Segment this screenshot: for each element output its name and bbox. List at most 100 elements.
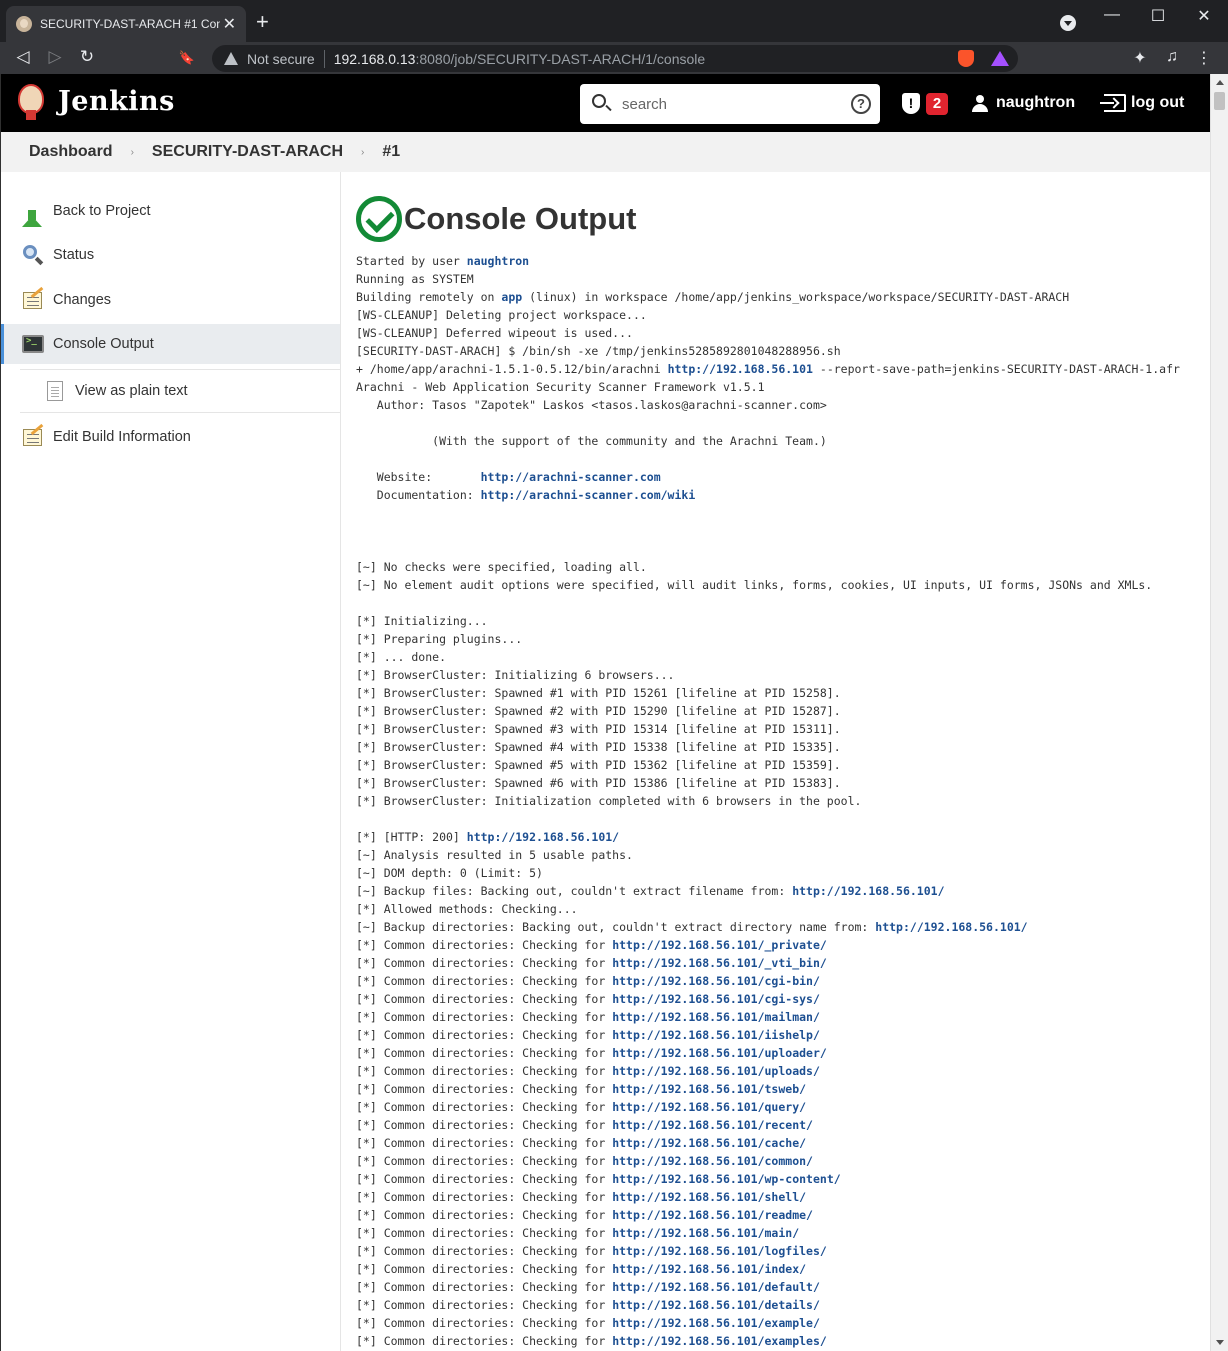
alert-count-badge[interactable]: 2 [926, 93, 948, 115]
close-tab-icon[interactable]: ✕ [223, 14, 236, 34]
brave-rewards-icon[interactable] [991, 51, 1009, 66]
search-box: ? [580, 84, 880, 124]
sidebar-item-back-to-project[interactable]: Back to Project [0, 191, 340, 231]
console-link[interactable]: http://192.168.56.101/_private/ [612, 938, 827, 952]
jenkins-brand[interactable]: Jenkins [58, 86, 175, 117]
scroll-up-icon[interactable] [1216, 80, 1224, 85]
console-line: [~] No element audit options were specif… [356, 578, 1153, 592]
console-line: [*] Common directories: Checking for htt… [356, 1190, 807, 1204]
maximize-button[interactable]: ☐ [1143, 6, 1173, 26]
console-link[interactable]: http://192.168.56.101/example/ [612, 1316, 820, 1330]
sidebar-item-plain-text[interactable]: View as plain text [20, 369, 340, 413]
console-link[interactable]: http://192.168.56.101/details/ [612, 1298, 820, 1312]
scroll-down-icon[interactable] [1216, 1340, 1224, 1345]
minimize-button[interactable]: — [1097, 6, 1127, 24]
jenkins-logo-icon[interactable] [16, 84, 46, 120]
console-link[interactable]: http://192.168.56.101/ [467, 830, 619, 844]
console-line: [*] Common directories: Checking for htt… [356, 1046, 827, 1060]
forward-icon[interactable]: ▷ [44, 47, 66, 67]
console-line: [*] Common directories: Checking for htt… [356, 1028, 820, 1042]
console-line: [*] BrowserCluster: Spawned #2 with PID … [356, 704, 841, 718]
username-link[interactable]: naughtron [996, 94, 1075, 112]
logout-link[interactable]: log out [1131, 94, 1184, 112]
breadcrumb-dashboard[interactable]: Dashboard [29, 143, 113, 161]
success-check-icon [356, 196, 402, 242]
not-secure-label[interactable]: Not secure [247, 51, 315, 67]
console-link[interactable]: http://192.168.56.101/examples/ [612, 1334, 827, 1348]
console-link[interactable]: http://192.168.56.101/shell/ [612, 1190, 806, 1204]
console-link[interactable]: http://arachni-scanner.com [481, 470, 661, 484]
logout-icon[interactable] [1100, 94, 1126, 112]
console-link[interactable]: http://192.168.56.101/common/ [612, 1154, 813, 1168]
console-line: [*] Common directories: Checking for htt… [356, 1208, 813, 1222]
console-link[interactable]: http://192.168.56.101/readme/ [612, 1208, 813, 1222]
sidebar-item-status[interactable]: Status [0, 235, 340, 275]
address-bar[interactable]: Not secure 192.168.0.13:8080/job/SECURIT… [212, 45, 1018, 72]
console-output: Started by user naughtron Running as SYST… [356, 252, 1206, 1351]
console-link[interactable]: http://192.168.56.101/main/ [612, 1226, 799, 1240]
console-link[interactable]: http://192.168.56.101/index/ [612, 1262, 806, 1276]
console-link[interactable]: http://192.168.56.101/iishelp/ [612, 1028, 820, 1042]
breadcrumb-separator-icon[interactable]: › [361, 147, 364, 158]
sidebar-item-changes[interactable]: Changes [0, 280, 340, 320]
brave-shields-icon[interactable] [958, 50, 974, 67]
puzzle-icon[interactable]: ✦ [1129, 48, 1151, 68]
console-link[interactable]: http://192.168.56.101/uploader/ [612, 1046, 827, 1060]
new-tab-button[interactable]: + [256, 11, 269, 33]
console-line: + /home/app/arachni-1.5.1-0.5.12/bin/ara… [356, 362, 1180, 376]
terminal-icon [22, 333, 44, 355]
breadcrumb-separator-icon[interactable]: › [131, 147, 134, 158]
console-line: [~] Backup directories: Backing out, cou… [356, 920, 1028, 934]
console-link[interactable]: http://192.168.56.101/cgi-bin/ [612, 974, 820, 988]
sidebar-item-label: Console Output [53, 336, 154, 352]
console-link[interactable]: http://192.168.56.101/cache/ [612, 1136, 806, 1150]
console-link[interactable]: http://192.168.56.101 [668, 362, 813, 376]
sidebar-item-console-output[interactable]: Console Output [0, 324, 340, 364]
console-link[interactable]: http://192.168.56.101/uploads/ [612, 1064, 820, 1078]
security-shield-icon[interactable]: ! [902, 93, 920, 114]
profile-dropdown-icon[interactable] [1060, 15, 1076, 31]
tab-title: SECURITY-DAST-ARACH #1 Console [40, 17, 220, 31]
console-link[interactable]: http://192.168.56.101/recent/ [612, 1118, 813, 1132]
console-link[interactable]: http://192.168.56.101/ [792, 884, 944, 898]
sidebar-item-edit-build-info[interactable]: Edit Build Information [0, 417, 340, 457]
breadcrumb-job[interactable]: SECURITY-DAST-ARACH [152, 143, 343, 161]
console-line: [*] Common directories: Checking for htt… [356, 1298, 820, 1312]
console-link[interactable]: naughtron [467, 254, 529, 268]
console-line: [*] Common directories: Checking for htt… [356, 1172, 841, 1186]
console-line: Started by user naughtron [356, 254, 530, 268]
console-line: Website: http://arachni-scanner.com [356, 470, 661, 484]
console-link[interactable]: http://arachni-scanner.com/wiki [481, 488, 696, 502]
page-scrollbar[interactable] [1210, 74, 1228, 1351]
console-link[interactable]: http://192.168.56.101/ [875, 920, 1027, 934]
console-line: [*] Common directories: Checking for htt… [356, 992, 820, 1006]
media-icon[interactable]: ♫ [1161, 48, 1183, 66]
browser-tab[interactable]: SECURITY-DAST-ARACH #1 Console ✕ [6, 6, 246, 42]
help-icon[interactable]: ? [851, 94, 871, 114]
console-line: [*] [HTTP: 200] http://192.168.56.101/ [356, 830, 620, 844]
browser-tab-bar: SECURITY-DAST-ARACH #1 Console ✕ + — ☐ ✕ [0, 0, 1228, 42]
console-line: [WS-CLEANUP] Deleting project workspace.… [356, 308, 647, 322]
console-link[interactable]: http://192.168.56.101/default/ [612, 1280, 820, 1294]
menu-icon[interactable]: ⋮ [1193, 48, 1215, 68]
console-link[interactable]: http://192.168.56.101/cgi-sys/ [612, 992, 820, 1006]
console-line: [*] Allowed methods: Checking... [356, 902, 578, 916]
console-link[interactable]: http://192.168.56.101/tsweb/ [612, 1082, 806, 1096]
bookmark-icon[interactable]: 🔖 [176, 50, 198, 66]
back-icon[interactable]: ◁ [12, 47, 34, 67]
search-input[interactable] [622, 92, 832, 116]
console-link[interactable]: http://192.168.56.101/mailman/ [612, 1010, 820, 1024]
reload-icon[interactable]: ↻ [76, 47, 98, 67]
console-link[interactable]: http://192.168.56.101/wp-content/ [612, 1172, 840, 1186]
console-link[interactable]: http://192.168.56.101/_vti_bin/ [612, 956, 827, 970]
console-line: [~] DOM depth: 0 (Limit: 5) [356, 866, 543, 880]
console-link[interactable]: http://192.168.56.101/logfiles/ [612, 1244, 827, 1258]
console-link[interactable]: http://192.168.56.101/query/ [612, 1100, 806, 1114]
close-window-button[interactable]: ✕ [1189, 6, 1219, 26]
scrollbar-thumb[interactable] [1214, 92, 1225, 110]
breadcrumb-build[interactable]: #1 [382, 143, 400, 161]
console-link[interactable]: app [501, 290, 522, 304]
